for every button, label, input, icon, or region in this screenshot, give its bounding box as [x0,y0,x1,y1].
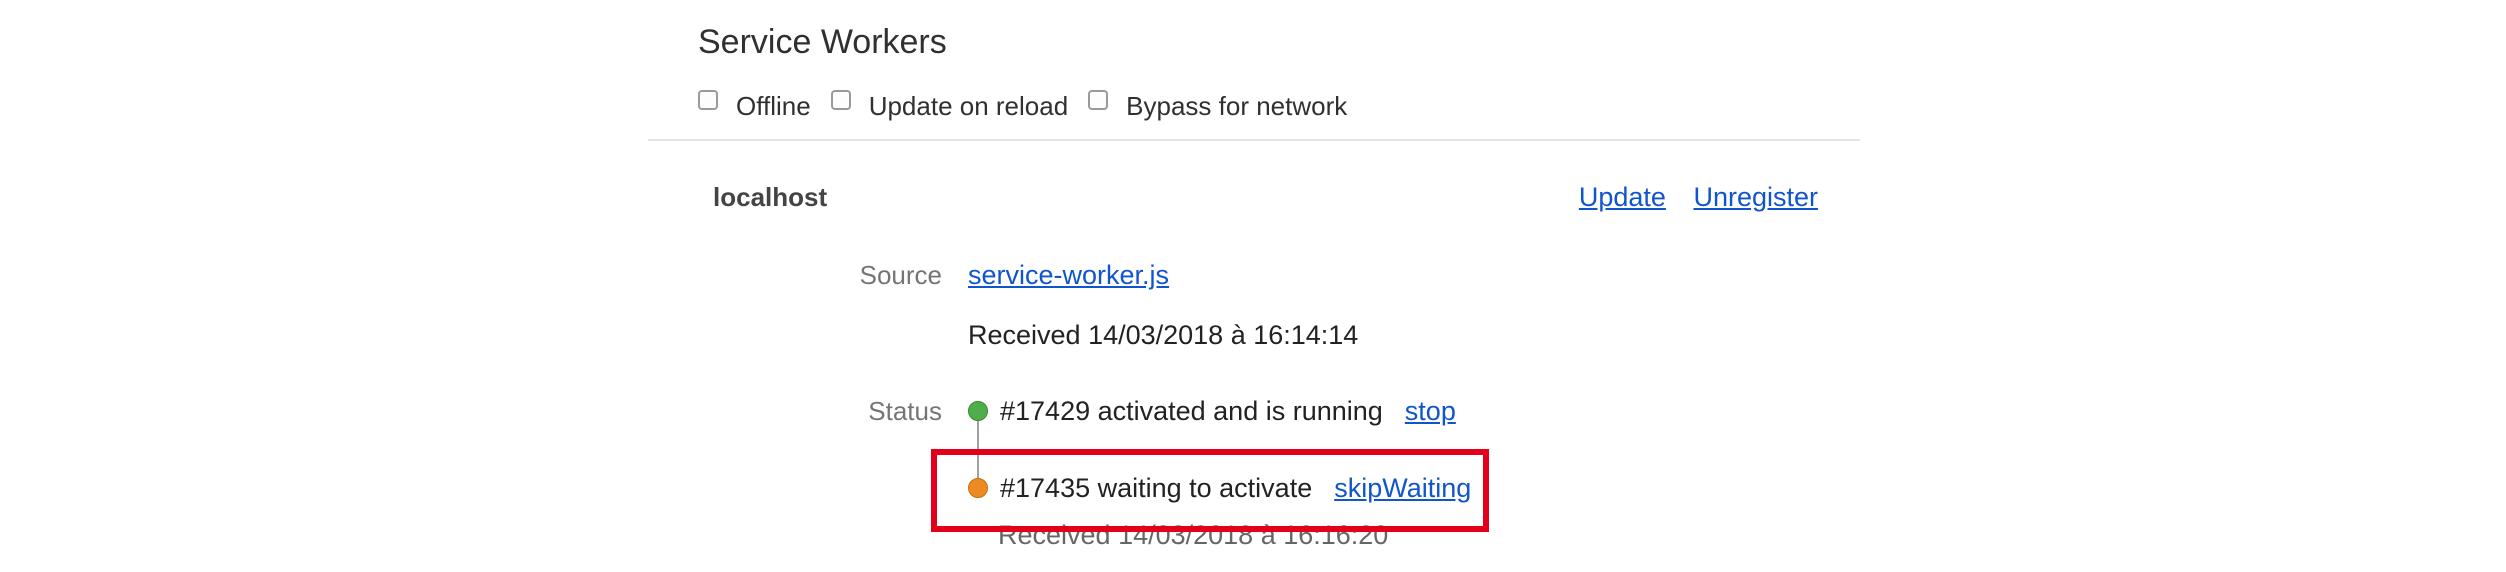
update-link[interactable]: Update [1579,182,1666,212]
worker-status-text: #17429 activated and is running [1000,395,1383,426]
offline-option[interactable]: Offline [698,90,811,122]
update-on-reload-label: Update on reload [868,90,1069,121]
update-on-reload-checkbox[interactable] [830,90,851,110]
worker-status-row: #17429 activated and is running stop [968,392,1456,430]
options-toolbar: Offline Update on reload Bypass for netw… [698,86,1367,126]
panel-title: Service Workers [698,23,947,61]
offline-checkbox[interactable] [698,90,718,110]
bypass-for-network-label: Bypass for network [1126,90,1348,121]
section-divider [648,139,1860,141]
running-status-dot-icon [968,401,988,421]
unregister-link[interactable]: Unregister [1693,182,1818,212]
bypass-for-network-checkbox[interactable] [1088,90,1109,110]
stop-link[interactable]: stop [1405,396,1456,427]
offline-label: Offline [736,90,811,121]
status-label: Status [868,396,942,426]
bypass-for-network-option[interactable]: Bypass for network [1088,90,1348,122]
source-label: Source [859,260,942,290]
annotation-highlight-box [931,449,1489,532]
source-received-text: Received 14/03/2018 à 16:14:14 [968,320,1359,350]
registration-actions: Update Unregister [1559,178,1818,216]
registration-host: localhost [713,182,828,212]
source-file-link[interactable]: service-worker.js [968,256,1169,294]
update-on-reload-option[interactable]: Update on reload [830,90,1069,122]
